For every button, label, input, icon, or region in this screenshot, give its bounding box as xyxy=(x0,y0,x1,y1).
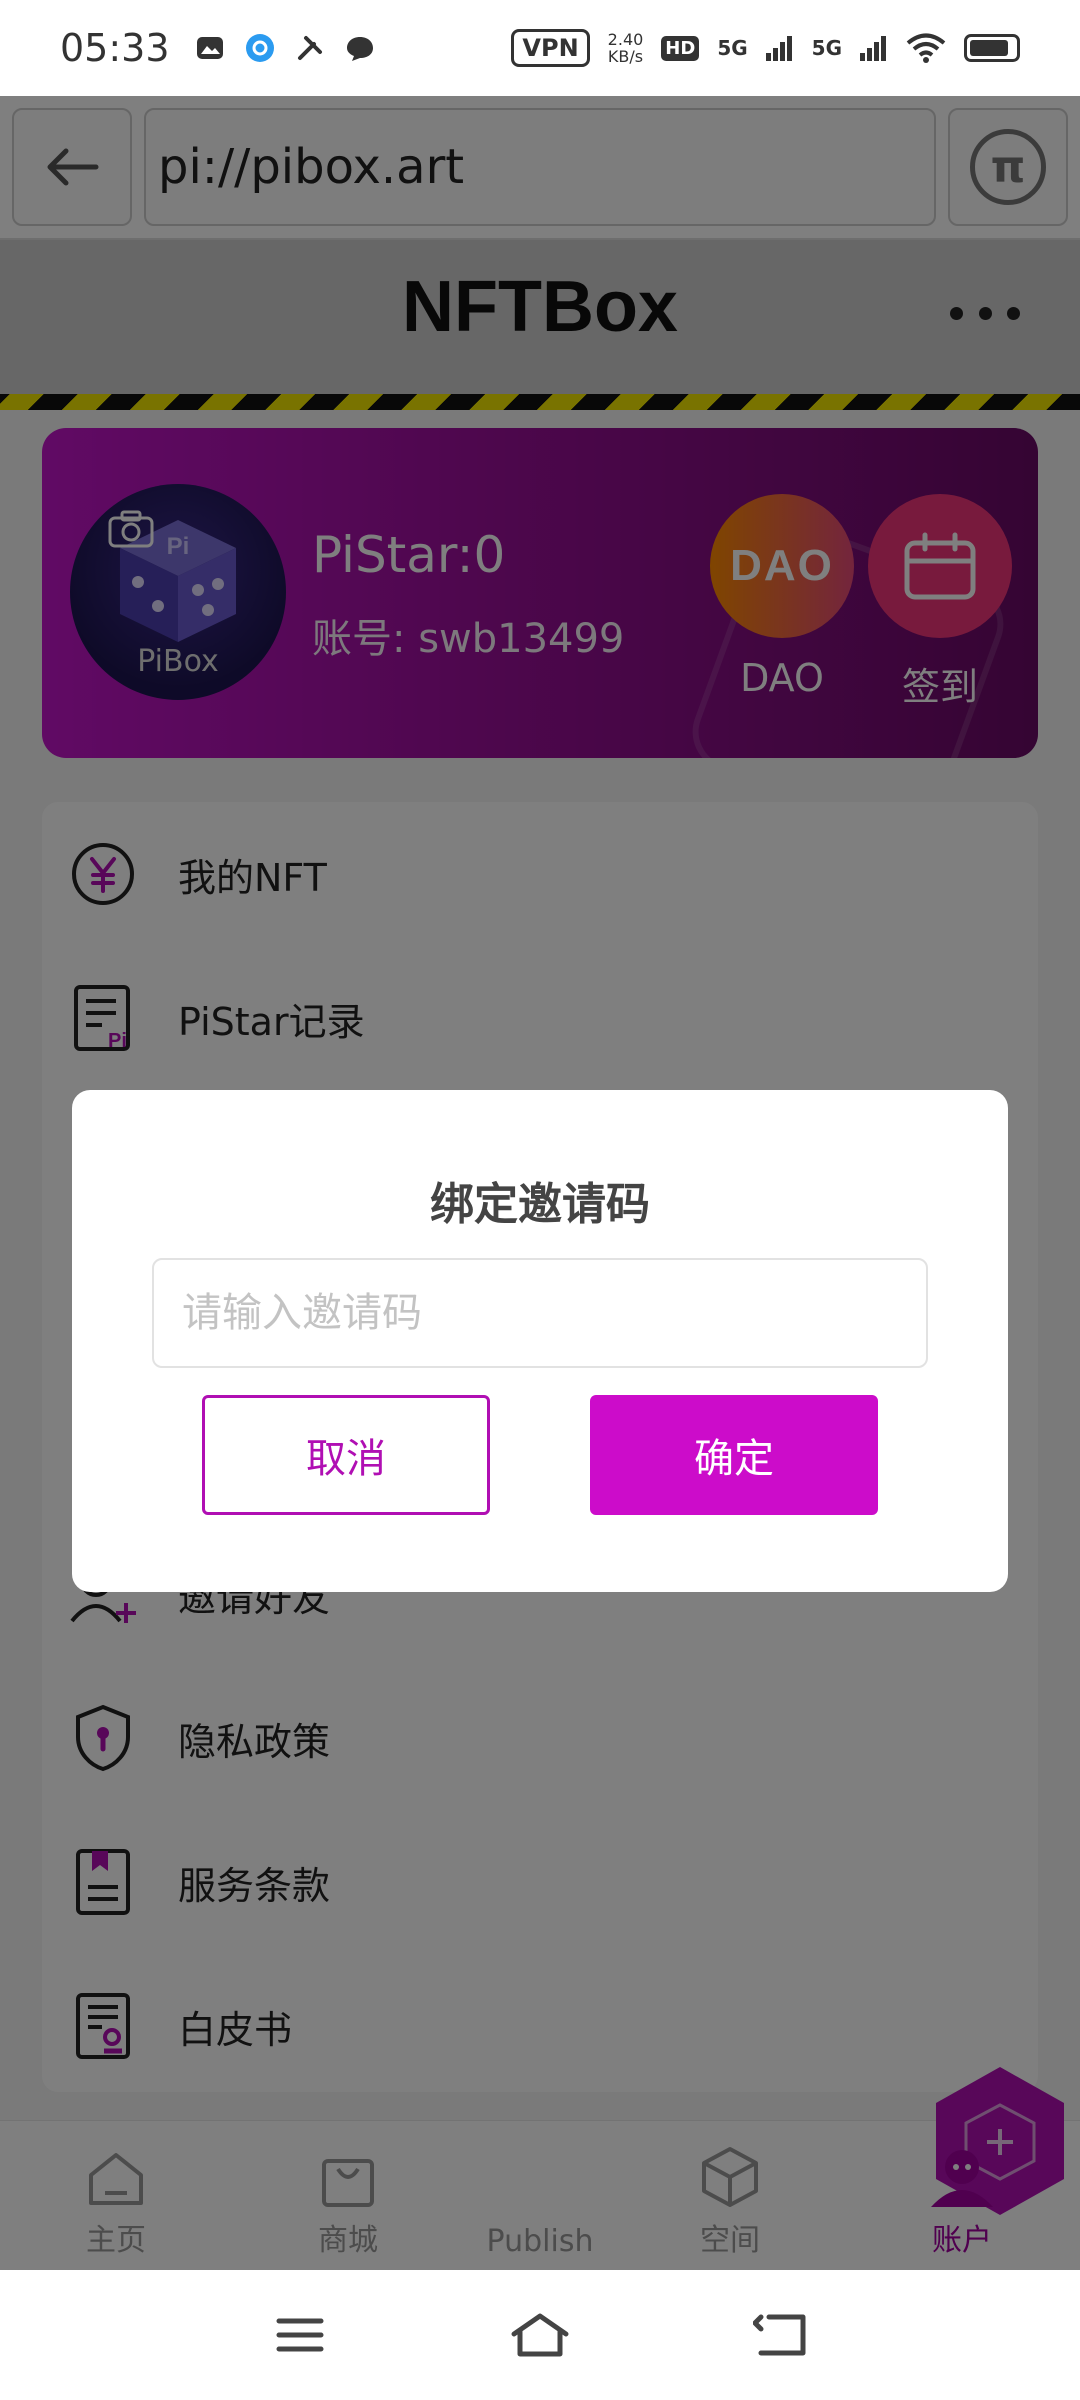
dialog-title: 绑定邀请码 xyxy=(430,1179,650,1230)
message-notification-icon xyxy=(346,37,373,61)
invite-code-dialog: 绑定邀请码 取消 确定 xyxy=(72,1090,1008,1592)
wifi-icon xyxy=(906,33,946,63)
vpn-badge: VPN xyxy=(511,29,590,67)
cancel-button[interactable]: 取消 xyxy=(202,1395,490,1515)
recent-apps-button[interactable] xyxy=(260,2300,340,2370)
system-nav-bar xyxy=(0,2270,1080,2400)
home-outline-icon xyxy=(511,2313,569,2357)
status-time: 05:33 xyxy=(60,26,170,70)
confirm-button[interactable]: 确定 xyxy=(590,1395,878,1515)
browser-notification-icon xyxy=(245,34,274,62)
menu-icon xyxy=(276,2318,324,2352)
notification-icons xyxy=(194,32,376,64)
tools-notification-icon xyxy=(297,36,322,60)
invite-code-input[interactable] xyxy=(152,1258,928,1368)
signal-bars-icon xyxy=(765,36,792,61)
system-back-button[interactable] xyxy=(740,2300,820,2370)
gallery-notification-icon xyxy=(196,37,223,59)
home-button[interactable] xyxy=(500,2300,580,2370)
signal-5g-2: 5G xyxy=(811,36,842,60)
back-arrow-icon xyxy=(753,2314,806,2356)
status-bar: 05:33 VPN 2.40 KB/s HD 5G 5G xyxy=(0,0,1080,96)
signal-bars-icon xyxy=(860,36,886,61)
system-indicators: VPN 2.40 KB/s HD 5G 5G xyxy=(511,29,1020,67)
hd-badge: HD xyxy=(661,35,700,61)
battery-icon xyxy=(964,34,1020,62)
network-speed: 2.40 KB/s xyxy=(607,30,644,66)
signal-5g-1: 5G xyxy=(717,36,748,60)
